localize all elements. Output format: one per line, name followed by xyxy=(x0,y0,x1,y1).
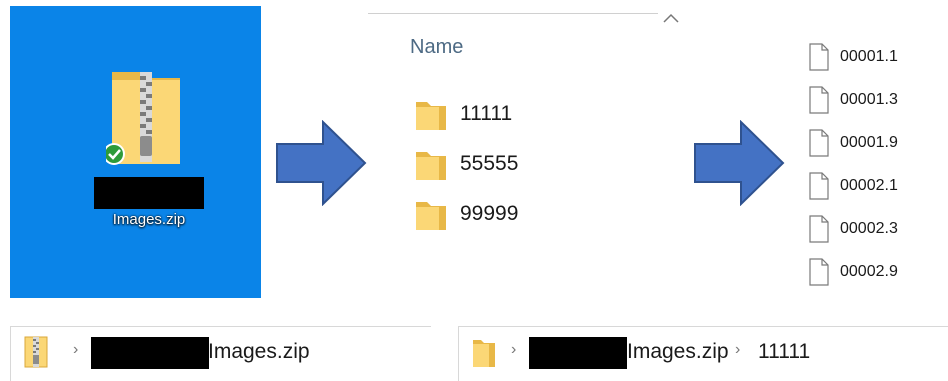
desktop-panel: Images.zip xyxy=(10,6,261,298)
breadcrumb-separator[interactable]: › xyxy=(73,341,78,359)
file-name: 00001.9 xyxy=(840,134,898,151)
zip-folder-icon xyxy=(24,336,48,368)
folder-icon xyxy=(416,102,446,130)
folder-icon xyxy=(416,152,446,180)
folder-name: 11111 xyxy=(460,102,513,125)
file-icon xyxy=(809,215,829,243)
redacted-block xyxy=(94,177,204,209)
right-arrow-icon xyxy=(694,120,785,206)
folder-name: 99999 xyxy=(460,202,519,225)
file-name: 00002.3 xyxy=(840,220,898,237)
file-name: 00001.3 xyxy=(840,91,898,108)
file-name: 00002.9 xyxy=(840,263,898,280)
sort-ascending-icon[interactable] xyxy=(662,12,680,24)
redacted-block xyxy=(529,337,627,369)
breadcrumb-separator[interactable]: › xyxy=(735,341,740,359)
breadcrumb-item[interactable]: Images.zip xyxy=(208,340,310,364)
file-icon xyxy=(809,258,829,286)
address-bar[interactable]: › Images.zip xyxy=(10,326,431,381)
desktop-file-label[interactable]: Images.zip xyxy=(70,211,228,228)
folder-icon xyxy=(416,202,446,230)
name-column-header[interactable]: Name xyxy=(410,36,463,59)
breadcrumb-item[interactable]: 11111 xyxy=(758,340,810,364)
file-icon xyxy=(809,86,829,114)
breadcrumb-item[interactable]: Images.zip xyxy=(627,340,729,364)
file-icon xyxy=(809,129,829,157)
redacted-block xyxy=(91,337,209,369)
file-icon xyxy=(809,43,829,71)
file-icon xyxy=(809,172,829,200)
file-name: 00001.1 xyxy=(840,48,898,65)
header-divider xyxy=(368,13,658,14)
zip-folder-icon[interactable] xyxy=(106,66,186,176)
right-arrow-icon xyxy=(276,120,367,206)
address-bar[interactable]: › Images.zip › 11111 xyxy=(458,326,948,381)
folder-name: 55555 xyxy=(460,152,519,175)
file-name: 00002.1 xyxy=(840,177,898,194)
breadcrumb-separator[interactable]: › xyxy=(511,341,516,359)
folder-icon xyxy=(473,340,495,367)
